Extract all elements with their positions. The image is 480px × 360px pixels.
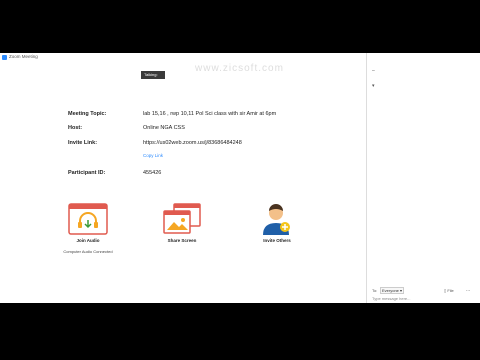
headphones-icon — [68, 203, 108, 235]
invite-others-button[interactable]: Invite Others — [247, 203, 307, 243]
to-label: To: — [372, 288, 378, 293]
invite-link-label: Invite Link: — [68, 140, 98, 146]
host-label: Host: — [68, 125, 83, 131]
participant-id-label: Participant ID: — [68, 170, 106, 176]
audio-status-text: Computer Audio Connected — [63, 249, 113, 254]
participant-id-value: 455426 — [143, 170, 162, 176]
invite-person-icon — [263, 204, 290, 235]
panel-divider — [366, 53, 367, 303]
zoom-app-icon — [2, 55, 7, 60]
share-screen-icon — [163, 203, 201, 234]
file-icon: ▯ — [444, 288, 447, 293]
host-value: Online NGA CSS — [143, 125, 185, 131]
invite-others-label: Invite Others — [263, 238, 291, 243]
recipient-select[interactable]: Everyone ▾ — [380, 287, 405, 294]
watermark: www.zicsoft.com — [195, 63, 284, 74]
share-screen-button[interactable]: Share Screen — [152, 203, 212, 243]
share-screen-label: Share Screen — [167, 238, 197, 243]
chat-panel: To: Everyone ▾ ▯ File ... Type message h… — [370, 287, 480, 303]
more-options-icon[interactable]: ... — [466, 287, 470, 293]
meeting-topic-value: lab 15,16 , rwp 10,11 Pol Sci class with… — [143, 111, 277, 117]
window-title: Zoom Meeting — [9, 54, 38, 59]
sidebar-expand-icon[interactable]: ▾ — [372, 83, 375, 89]
copy-link-button[interactable]: Copy Link — [143, 153, 163, 158]
join-audio-button[interactable]: Join Audio Computer Audio Connected — [58, 203, 118, 254]
file-label: File — [447, 288, 454, 293]
file-button[interactable]: ▯ File — [444, 288, 454, 293]
join-audio-label: Join Audio — [76, 238, 100, 243]
invite-link-value: https://us02web.zoom.us/j/83686484248 — [143, 140, 242, 146]
sidebar-collapse-icon[interactable]: – — [372, 68, 375, 74]
title-bar: Zoom Meeting — [0, 53, 480, 63]
zoom-meeting-window: Zoom Meeting www.zicsoft.com Talking: Me… — [0, 53, 480, 303]
chat-input[interactable]: Type message here... — [372, 296, 410, 301]
meeting-topic-label: Meeting Topic: — [68, 111, 107, 117]
talking-indicator: Talking: — [141, 71, 165, 79]
